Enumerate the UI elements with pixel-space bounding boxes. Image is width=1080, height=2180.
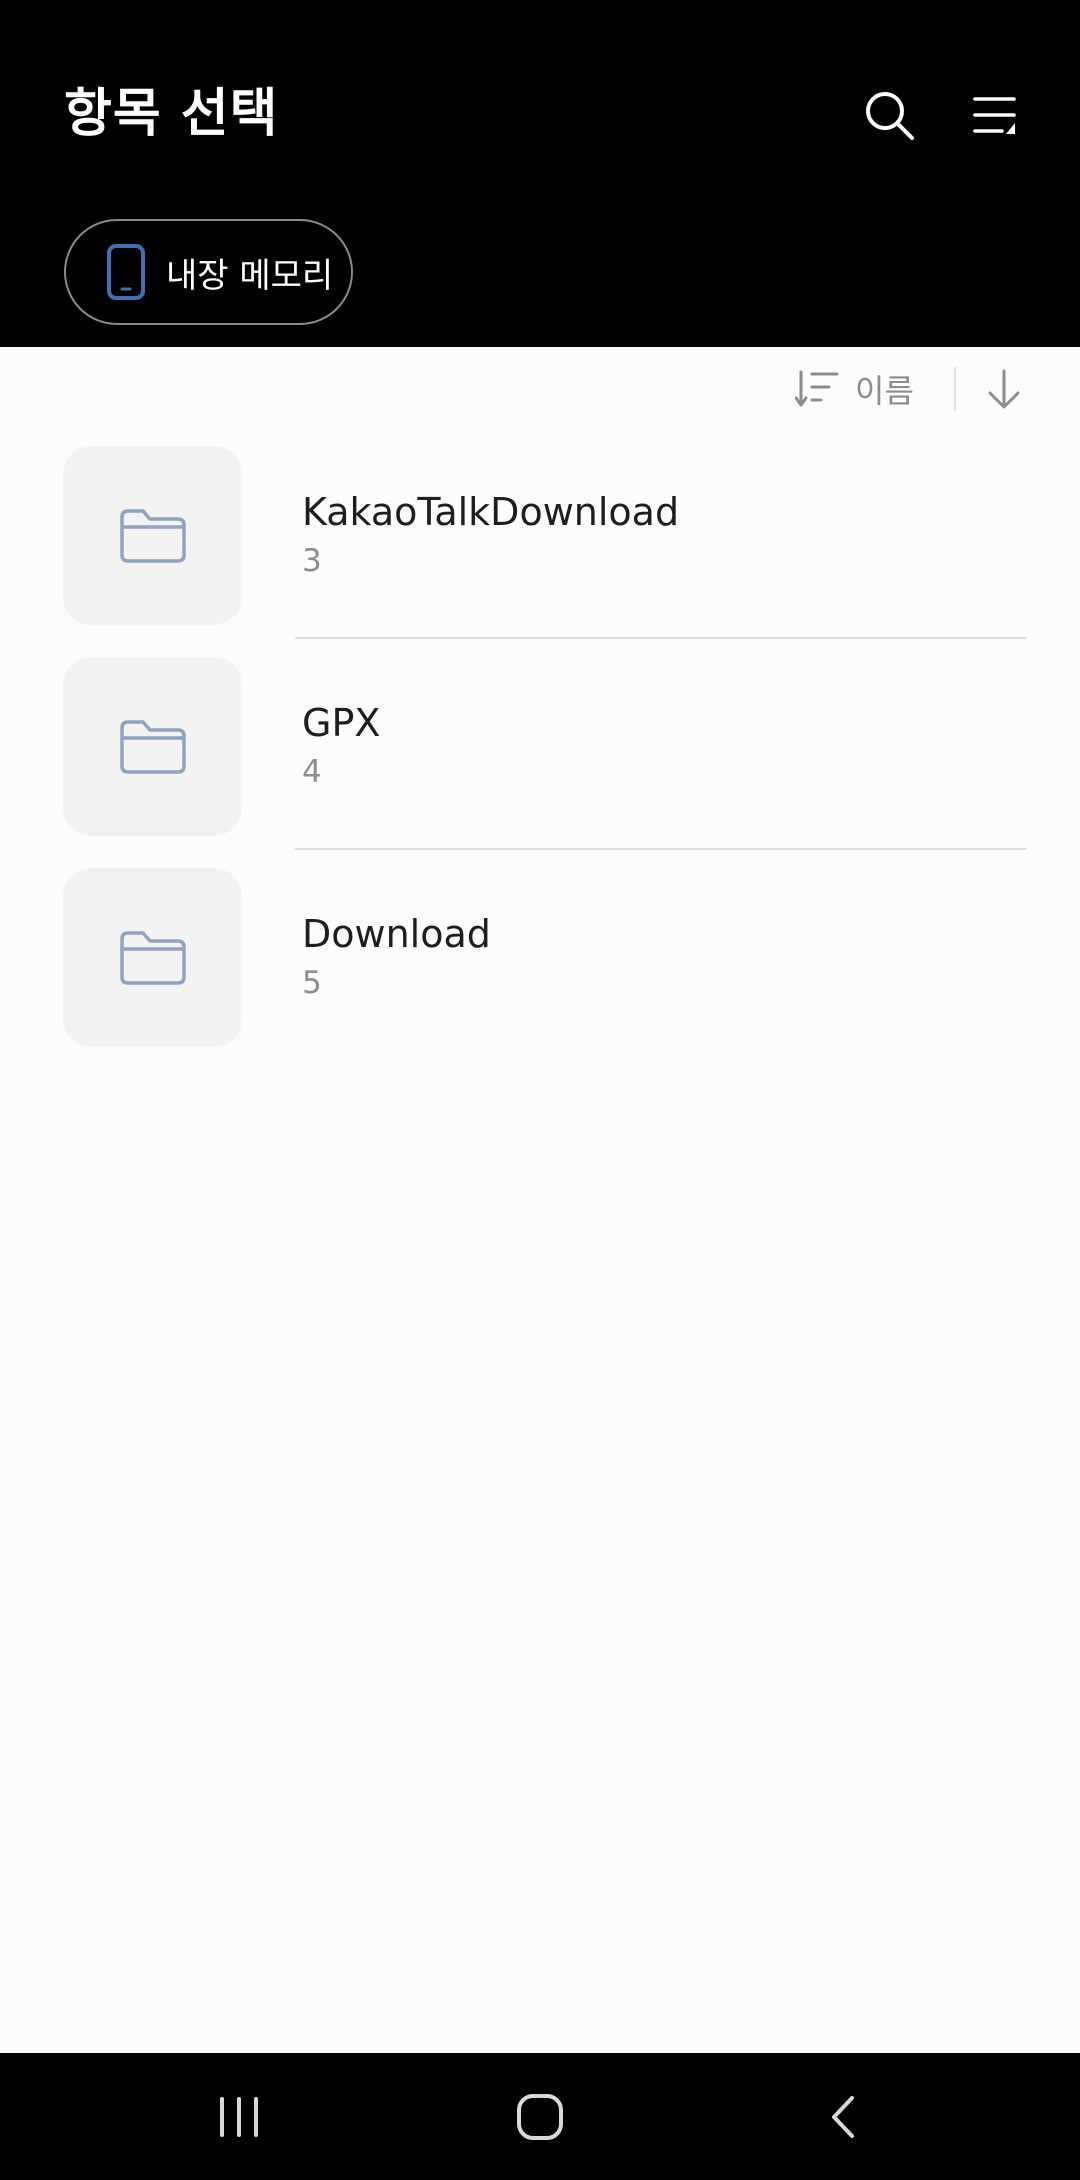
folder-thumbnail (63, 446, 242, 625)
folder-item-count: 5 (302, 965, 322, 1001)
list-item[interactable]: Download 5 (0, 863, 1080, 1074)
folder-name: KakaoTalkDownload (302, 490, 680, 534)
screen: 항목 선택 내장 메모리 이름 KakaoTalkDownload 3 GPX … (0, 0, 1080, 2180)
folder-icon (119, 930, 186, 985)
folder-icon (119, 508, 186, 563)
storage-label: 내장 메모리 (166, 255, 334, 296)
list-menu-button[interactable] (955, 76, 1035, 156)
sort-divider (954, 367, 956, 411)
page-title: 항목 선택 (64, 84, 279, 144)
system-navigation-bar (0, 2053, 1080, 2180)
folder-name: GPX (302, 701, 381, 745)
recents-icon (220, 2097, 258, 2137)
folder-item-count: 3 (302, 543, 322, 579)
list-item[interactable]: GPX 4 (0, 652, 1080, 863)
folder-list: KakaoTalkDownload 3 GPX 4 Download 5 (0, 441, 1080, 1074)
sort-order-button[interactable] (980, 361, 1028, 417)
back-button[interactable] (793, 2077, 893, 2157)
search-icon (866, 92, 914, 140)
sort-label: 이름 (855, 372, 914, 410)
divider (295, 637, 1027, 639)
arrow-down-icon (988, 369, 1020, 409)
search-button[interactable] (850, 76, 930, 156)
home-button[interactable] (490, 2077, 590, 2157)
recents-button[interactable] (189, 2077, 289, 2157)
app-header: 항목 선택 내장 메모리 (0, 0, 1080, 347)
phone-icon (106, 244, 146, 300)
folder-thumbnail (63, 657, 242, 836)
sort-icon (795, 370, 839, 407)
folder-name: Download (302, 912, 491, 956)
folder-item-count: 4 (302, 754, 322, 790)
list-item[interactable]: KakaoTalkDownload 3 (0, 441, 1080, 652)
list-menu-icon (973, 97, 1016, 134)
home-icon (517, 2094, 563, 2140)
back-icon (832, 2096, 854, 2138)
divider (295, 848, 1027, 850)
sort-bar: 이름 (0, 347, 1080, 431)
folder-icon (119, 719, 186, 774)
sort-by-button[interactable]: 이름 (795, 361, 914, 417)
folder-thumbnail (63, 868, 242, 1047)
storage-selector-button[interactable]: 내장 메모리 (64, 219, 353, 325)
